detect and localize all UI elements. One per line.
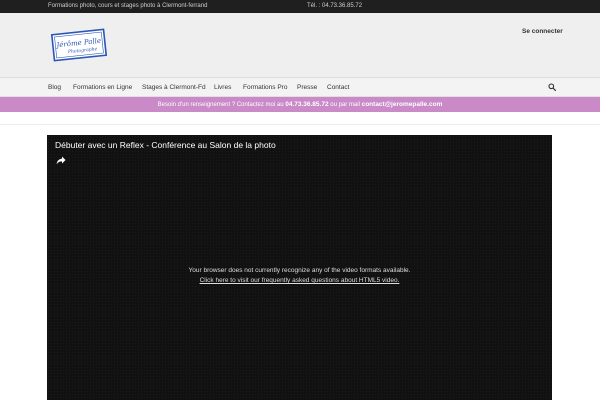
nav-item-blog[interactable]: Blog xyxy=(48,84,61,91)
banner-text-before: Besoin d'un renseignement ? Contactez mo… xyxy=(157,102,286,108)
contact-banner: Besoin d'un renseignement ? Contactez mo… xyxy=(0,97,600,112)
nav-item-contact[interactable]: Contact xyxy=(327,84,349,91)
nav-item-livres[interactable]: Livres xyxy=(214,84,231,91)
video-faq-line: Click here to visit our frequently asked… xyxy=(47,277,552,284)
tagline: Formations photo, cours et stages photo … xyxy=(48,3,208,9)
divider xyxy=(0,124,600,125)
banner-phone: 04.73.36.85.72 xyxy=(285,101,329,108)
nav-item-stages[interactable]: Stages à Clermont-Fd xyxy=(142,84,206,91)
logo[interactable]: Jérôme Palle Photographe xyxy=(49,27,109,63)
video-player[interactable]: Débuter avec un Reflex - Conférence au S… xyxy=(47,135,552,400)
share-icon[interactable] xyxy=(56,156,66,165)
banner-text-middle: ou par mail xyxy=(328,102,362,108)
top-bar: Formations photo, cours et stages photo … xyxy=(0,0,600,13)
video-faq-link[interactable]: Click here to visit our frequently asked… xyxy=(200,277,400,284)
top-phone: Tél. : 04.73.36.85.72 xyxy=(307,3,363,9)
nav-item-formations-en-ligne[interactable]: Formations en Ligne xyxy=(73,84,132,91)
nav-item-presse[interactable]: Presse xyxy=(297,84,317,91)
banner-email[interactable]: contact@jeromepalle.com xyxy=(362,101,443,108)
nav-item-formations-pro[interactable]: Formations Pro xyxy=(243,84,287,91)
search-icon[interactable] xyxy=(548,83,556,91)
site-header: Jérôme Palle Photographe Se connecter xyxy=(0,13,600,78)
login-link[interactable]: Se connecter xyxy=(522,28,563,35)
video-error-message: Your browser does not currently recogniz… xyxy=(188,267,411,274)
main-nav: Blog Formations en Ligne Stages à Clermo… xyxy=(0,78,600,97)
video-title[interactable]: Débuter avec un Reflex - Conférence au S… xyxy=(55,140,276,150)
